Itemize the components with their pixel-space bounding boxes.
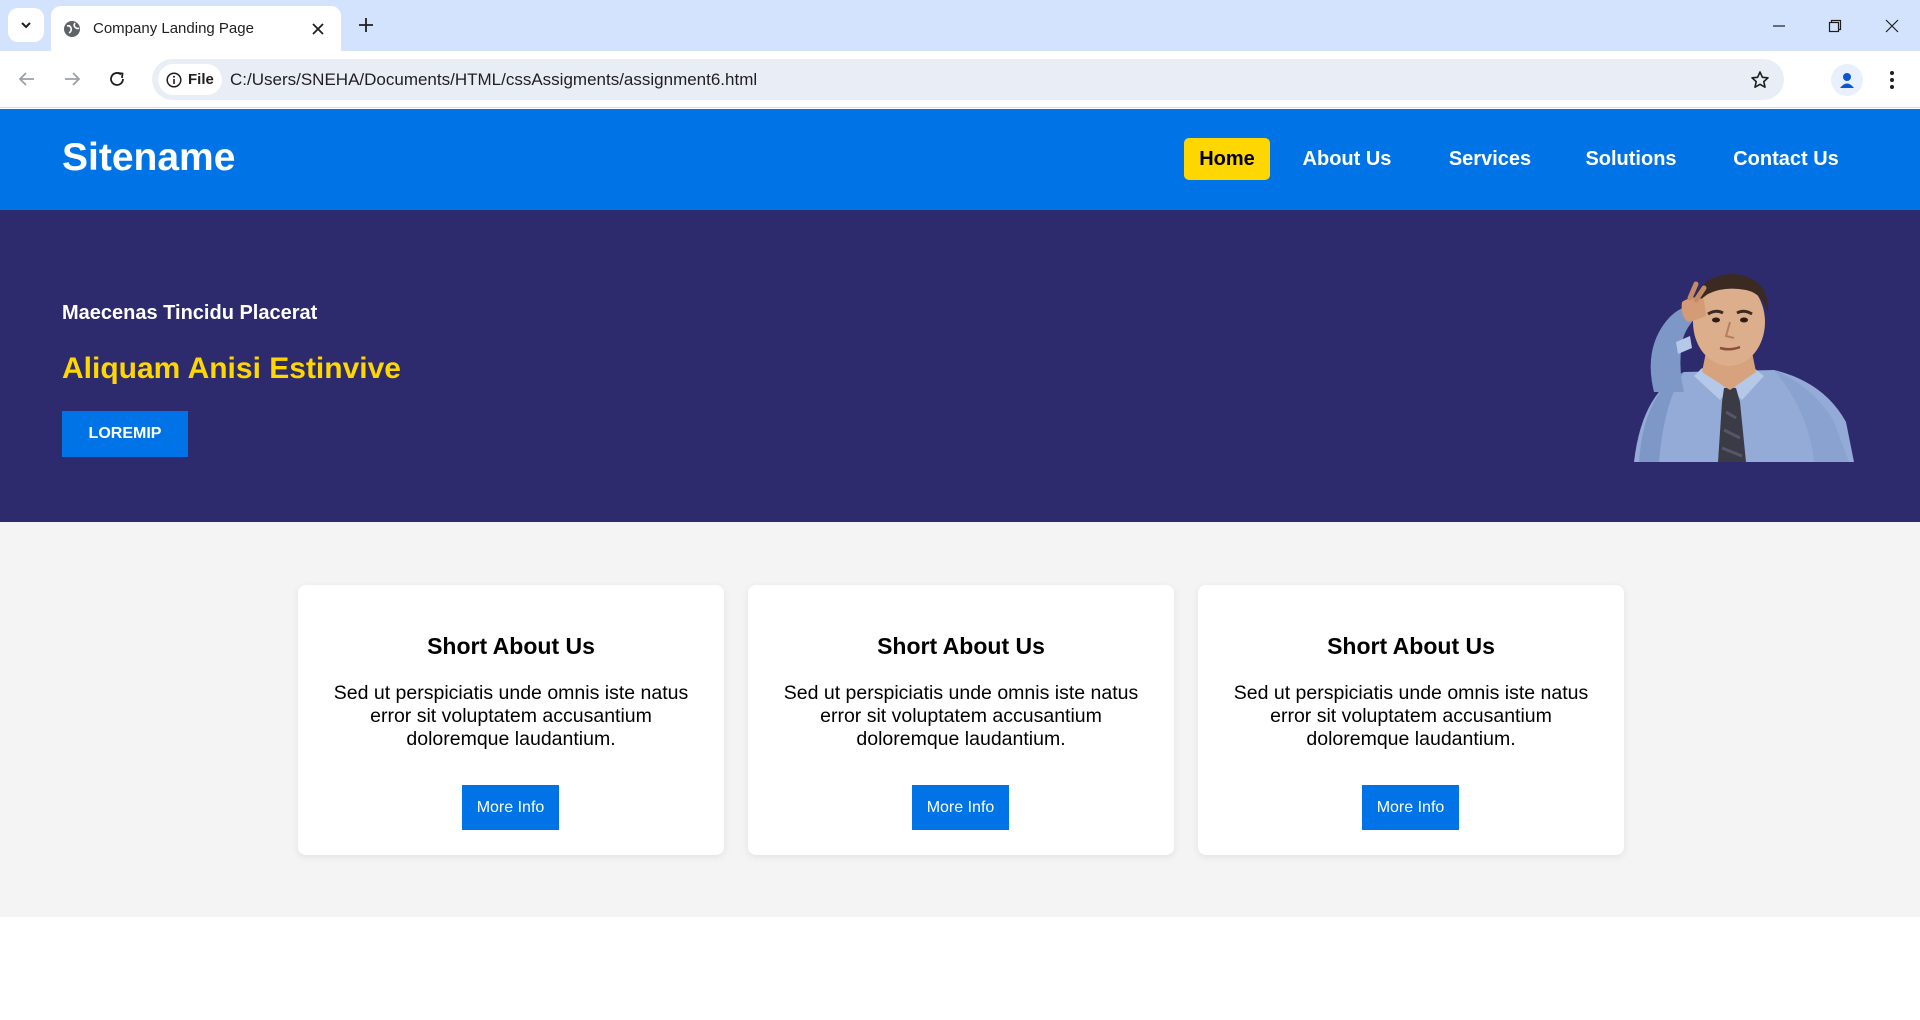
nav-home[interactable]: Home (1184, 138, 1270, 180)
browser-toolbar: File C:/Users/SNEHA/Documents/HTML/cssAs… (0, 51, 1920, 108)
more-info-button[interactable]: More Info (912, 785, 1009, 830)
site-info-chip[interactable]: File (158, 64, 222, 95)
feature-card: Short About Us Sed ut perspiciatis unde … (1198, 585, 1624, 855)
nav-solutions[interactable]: Solutions (1574, 138, 1688, 180)
close-icon (312, 22, 324, 35)
reload-button[interactable] (100, 62, 134, 96)
feature-card: Short About Us Sed ut perspiciatis unde … (748, 585, 1174, 855)
site-header: Sitename Home About Us Services Solution… (0, 109, 1920, 210)
restore-icon (1828, 19, 1841, 32)
more-info-button[interactable]: More Info (1362, 785, 1459, 830)
plus-icon (359, 18, 373, 32)
tab-search-icon (21, 22, 31, 29)
card-text: Sed ut perspiciatis unde omnis iste natu… (783, 682, 1139, 750)
hero-cta-button[interactable]: LOREMIP (62, 411, 188, 457)
profile-button[interactable] (1831, 64, 1863, 96)
card-title: Short About Us (1327, 633, 1495, 659)
minimize-icon (1772, 24, 1785, 27)
tab-search-button[interactable] (8, 8, 44, 42)
nav-contact-us[interactable]: Contact Us (1714, 138, 1858, 180)
businessman-image (1634, 274, 1854, 462)
hero-subtitle: Maecenas Tincidu Placerat (62, 302, 318, 324)
reload-icon (110, 72, 124, 86)
bookmark-star-icon (1751, 71, 1769, 88)
back-button[interactable] (10, 62, 44, 96)
card-text: Sed ut perspiciatis unde omnis iste natu… (1233, 682, 1589, 750)
browser-menu-button[interactable] (1879, 64, 1905, 96)
features-section: Short About Us Sed ut perspiciatis unde … (0, 522, 1920, 917)
minimize-button[interactable] (1750, 0, 1807, 51)
restore-button[interactable] (1806, 0, 1863, 51)
site-logo[interactable]: Sitename (62, 136, 235, 180)
forward-arrow-icon (65, 72, 81, 86)
site-info-label: File (188, 71, 214, 88)
card-title: Short About Us (427, 633, 595, 659)
back-arrow-icon (18, 72, 34, 86)
nav-about-us[interactable]: About Us (1287, 138, 1407, 180)
card-title: Short About Us (877, 633, 1045, 659)
feature-card: Short About Us Sed ut perspiciatis unde … (298, 585, 724, 855)
forward-button[interactable] (55, 62, 89, 96)
browser-tab[interactable]: Company Landing Page (51, 6, 341, 51)
window-close-icon (1885, 19, 1898, 32)
card-text: Sed ut perspiciatis unde omnis iste natu… (333, 682, 689, 750)
hero-title: Aliquam Anisi Estinvive (62, 352, 401, 385)
kebab-menu-icon (1890, 71, 1894, 89)
nav-services[interactable]: Services (1435, 138, 1545, 180)
info-icon (166, 71, 182, 88)
profile-icon (1840, 73, 1854, 88)
globe-icon (64, 20, 80, 37)
tab-close-button[interactable] (307, 18, 329, 40)
more-info-button[interactable]: More Info (462, 785, 559, 830)
tab-title: Company Landing Page (93, 20, 254, 37)
new-tab-button[interactable] (352, 11, 380, 39)
window-close-button[interactable] (1863, 0, 1920, 51)
url-text[interactable]: C:/Users/SNEHA/Documents/HTML/cssAssigme… (230, 70, 757, 90)
bookmark-button[interactable] (1748, 68, 1772, 92)
hero-section: Maecenas Tincidu Placerat Aliquam Anisi … (0, 210, 1920, 522)
browser-tabstrip: Company Landing Page (0, 0, 1920, 51)
address-bar[interactable]: File C:/Users/SNEHA/Documents/HTML/cssAs… (152, 59, 1784, 100)
